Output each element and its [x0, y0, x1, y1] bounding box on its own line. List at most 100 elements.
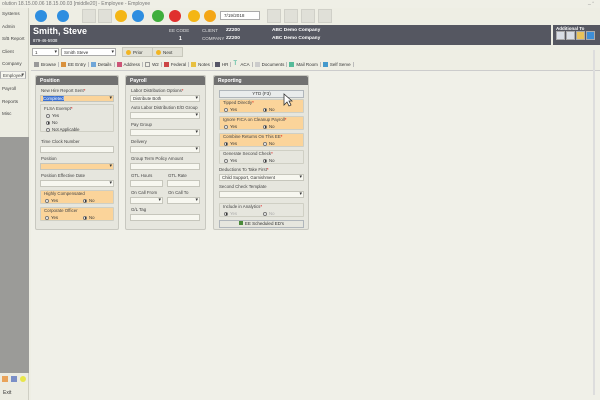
home-icon[interactable] [2, 376, 8, 382]
gtl-hours-input[interactable] [130, 180, 163, 187]
position-effective-date-input[interactable] [40, 180, 114, 187]
sidebar-item-reports[interactable]: Reports [0, 96, 28, 109]
combine-yes-radio[interactable]: Yes [224, 141, 237, 146]
tab-hr[interactable]: HR [213, 61, 232, 67]
tab-federal[interactable]: Federal [162, 61, 190, 67]
disabled-tool-icon [284, 9, 298, 23]
window-controls[interactable]: _ ▫ [588, 0, 594, 6]
hr-icon [214, 61, 220, 67]
position-select[interactable] [40, 163, 114, 170]
ignore-fica-no-radio[interactable]: No [263, 124, 275, 129]
self-serve-icon [322, 61, 328, 67]
second-check-template-select[interactable] [219, 191, 304, 198]
gl-tag-input[interactable] [130, 214, 200, 221]
delete-user-icon[interactable] [169, 10, 181, 22]
highly-compensated-label: Highly Compensated [44, 191, 85, 196]
tab-details[interactable]: Details [89, 61, 115, 67]
sidebar-item-employee[interactable]: Employee [0, 70, 27, 79]
ee-scheduled-eds-button[interactable]: EE Scheduled ED's [219, 220, 304, 228]
add-user-icon[interactable] [152, 10, 164, 22]
flsa-no-radio[interactable]: No [46, 120, 58, 125]
refresh-icon[interactable] [204, 10, 216, 22]
additional-tools: Additional To [553, 25, 600, 45]
highly-comp-yes-radio[interactable]: Yes [45, 198, 58, 203]
next-button[interactable]: Next [152, 47, 183, 57]
gtl-rate-input[interactable] [167, 180, 200, 187]
ee-code: 1 [179, 36, 182, 42]
tab-mail-room[interactable]: Mail Room [287, 61, 321, 67]
sidebar-item-misc[interactable]: Misc [0, 108, 28, 121]
analytics-group: Include in Analytics* Yes No [219, 203, 304, 217]
address-icon [116, 61, 122, 67]
sidebar-item-company[interactable]: Company [0, 58, 28, 71]
play-icon[interactable] [115, 10, 127, 22]
tab-address[interactable]: Address [115, 61, 144, 67]
labor-dist-select[interactable]: Distribute Both [130, 95, 200, 102]
gtl-rate-label: GTL Rate [168, 173, 187, 178]
sidebar-item-payroll[interactable]: Payroll [0, 83, 28, 96]
tool-icon[interactable] [566, 31, 575, 40]
tab-notes[interactable]: Notes [189, 61, 213, 67]
gtl-policy-input[interactable] [130, 163, 200, 170]
on-call-from-select[interactable] [130, 197, 163, 204]
tab-aca[interactable]: T ACA [231, 61, 253, 67]
corp-officer-yes-radio[interactable]: Yes [45, 215, 58, 220]
details-icon [90, 61, 96, 67]
new-hire-select[interactable]: Completed [40, 95, 114, 102]
tipped-no-radio[interactable]: No [263, 107, 275, 112]
time-clock-input[interactable] [40, 146, 114, 153]
second-check-yes-radio[interactable]: Yes [224, 158, 237, 163]
payroll-title: Payroll [126, 76, 205, 85]
pay-group-select[interactable] [130, 129, 200, 136]
next-label: Next [163, 50, 173, 55]
mouse-cursor-icon [283, 93, 293, 107]
back-icon[interactable] [35, 10, 47, 22]
search-icon[interactable] [188, 10, 200, 22]
disabled-tool-icon [301, 9, 315, 23]
ee-name-select[interactable]: Smith Steve [61, 48, 116, 56]
prior-button[interactable]: Prior [122, 47, 153, 57]
auto-labor-select[interactable] [130, 112, 200, 119]
next-record-icon[interactable] [132, 10, 144, 22]
sidebar-item-admin[interactable]: Admin [0, 21, 28, 34]
delivery-select[interactable] [130, 146, 200, 153]
deductions-label: Deductions To Take First* [219, 167, 269, 172]
scrollbar[interactable] [593, 50, 595, 395]
corp-officer-no-radio[interactable]: No [83, 215, 95, 220]
tipped-yes-radio[interactable]: Yes [224, 107, 237, 112]
flsa-yes-radio[interactable]: Yes [46, 113, 59, 118]
gl-tag-label: G/L Tag [131, 207, 147, 212]
deductions-select[interactable]: Child Support, Garnishment [219, 174, 304, 181]
employee-name: Smith, Steve [33, 26, 88, 36]
exit-label[interactable]: Exit [3, 390, 11, 396]
sidebar-item-sb-report[interactable]: S/B Report [0, 33, 28, 46]
gtl-hours-label: GTL Hours [131, 173, 153, 178]
corporate-officer-group: Corporate Officer Yes No [40, 207, 114, 221]
tab-w2[interactable]: W2 [143, 61, 162, 67]
tab-browse[interactable]: Browse [32, 61, 60, 67]
ignore-fica-yes-radio[interactable]: Yes [224, 124, 237, 129]
tool-icon[interactable] [556, 31, 565, 40]
sidebar-item-systems[interactable]: Systems [0, 8, 28, 21]
tab-ee-entry[interactable]: EE Entry [59, 61, 89, 67]
gtl-policy-label: Group Term Policy Amount [131, 156, 184, 161]
second-check-no-radio[interactable]: No [263, 158, 275, 163]
on-call-to-select[interactable] [167, 197, 200, 204]
tab-documents[interactable]: Documents [253, 61, 288, 67]
tab-self-serve[interactable]: Self Serve [321, 61, 354, 67]
prior-label: Prior [133, 50, 143, 55]
analytics-no-radio: No [263, 211, 275, 216]
flsa-na-radio[interactable]: Not Applicable [46, 127, 79, 132]
combine-no-radio[interactable]: No [263, 141, 275, 146]
bulb-icon[interactable] [20, 376, 26, 382]
highly-comp-no-radio[interactable]: No [83, 198, 95, 203]
globe-icon[interactable] [586, 31, 595, 40]
switch-icon[interactable] [11, 376, 17, 382]
ee-number-select[interactable]: 1 [32, 48, 59, 56]
forward-icon[interactable] [57, 10, 69, 22]
time-clock-label: Time Clock Number [41, 139, 80, 144]
date-picker[interactable]: 7/19/2018 [220, 11, 260, 20]
sidebar-item-client[interactable]: Client [0, 46, 28, 59]
tool-icon[interactable] [576, 31, 585, 40]
flag-icon [163, 61, 169, 67]
